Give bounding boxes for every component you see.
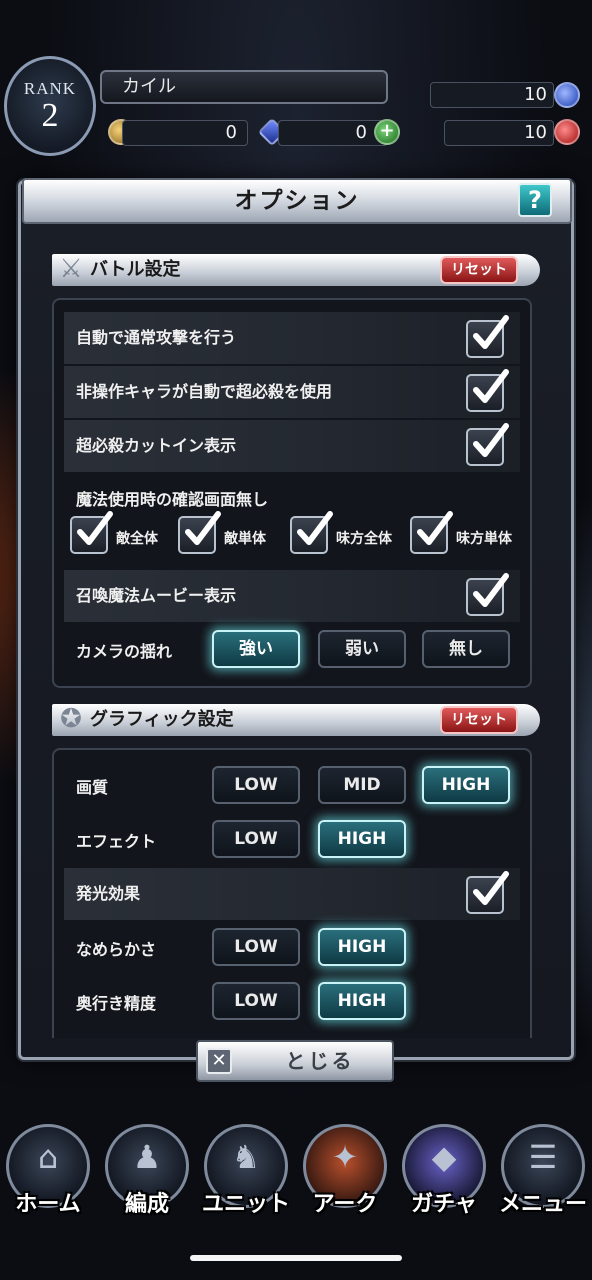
- auto-attack-row: 自動で通常攻撃を行う: [64, 312, 520, 364]
- close-icon: ✕: [206, 1048, 232, 1074]
- nav-home-label: ホーム: [15, 1192, 81, 1217]
- close-button[interactable]: ✕ とじる: [196, 1040, 394, 1082]
- summon-movie-row: 召喚魔法ムービー表示: [64, 570, 520, 622]
- home-glyph-icon: ⌂: [37, 1138, 59, 1176]
- help-button[interactable]: ?: [518, 183, 552, 217]
- party-glyph-icon: ♟: [132, 1138, 162, 1176]
- depth-high-button[interactable]: HIGH: [318, 982, 406, 1020]
- target-enemy-single-checkbox[interactable]: [178, 511, 221, 554]
- rank-badge: RANK 2: [4, 56, 96, 156]
- nav-formation[interactable]: ♟ 編成: [99, 1124, 195, 1228]
- effect-label: エフェクト: [76, 832, 157, 851]
- cutin-checkbox[interactable]: [466, 423, 509, 466]
- target-ally-all-option[interactable]: 味方全体: [290, 511, 410, 558]
- target-ally-single-label: 味方単体: [456, 531, 512, 547]
- smoothness-high-button[interactable]: HIGH: [318, 928, 406, 966]
- graphic-settings-panel: 画質 LOW MID HIGH エフェクト LOW HIGH 発光効果 なめらか…: [52, 748, 532, 1038]
- player-name: カイル: [100, 70, 388, 104]
- battle-settings-panel: 自動で通常攻撃を行う 非操作キャラが自動で超必殺を使用 超必殺カットイン表示 魔…: [52, 298, 532, 688]
- gold-count: 0: [122, 120, 248, 146]
- target-enemy-all-label: 敵全体: [116, 531, 158, 547]
- nav-gacha[interactable]: ◆ ガチャ: [396, 1124, 492, 1228]
- nav-gacha-label: ガチャ: [411, 1192, 477, 1217]
- target-enemy-single-option[interactable]: 敵単体: [178, 511, 288, 558]
- quality-label: 画質: [76, 778, 109, 797]
- options-scroll-area[interactable]: ⚔ バトル設定 リセット 自動で通常攻撃を行う 非操作キャラが自動で超必殺を使用…: [36, 232, 556, 1038]
- target-ally-all-label: 味方全体: [336, 531, 392, 547]
- glow-row: 発光効果: [64, 868, 520, 920]
- battle-settings-header: ⚔ バトル設定 リセット: [52, 254, 540, 286]
- quality-high-button[interactable]: HIGH: [422, 766, 510, 804]
- nav-arc[interactable]: ✦ アーク: [297, 1124, 393, 1228]
- auto-super-checkbox[interactable]: [466, 369, 509, 412]
- effect-high-button[interactable]: HIGH: [318, 820, 406, 858]
- target-enemy-single-label: 敵単体: [224, 531, 266, 547]
- target-ally-all-checkbox[interactable]: [290, 511, 333, 554]
- depth-label: 奥行き精度: [76, 994, 157, 1013]
- summon-movie-checkbox[interactable]: [466, 573, 509, 616]
- glow-checkbox[interactable]: [466, 871, 509, 914]
- auto-attack-label: 自動で通常攻撃を行う: [76, 328, 237, 347]
- home-indicator[interactable]: [190, 1255, 402, 1261]
- camera-shake-label: カメラの揺れ: [76, 642, 173, 661]
- add-crystal-plus-icon[interactable]: +: [374, 119, 400, 145]
- nav-formation-label: 編成: [124, 1192, 169, 1217]
- graphic-reset-button[interactable]: リセット: [440, 706, 518, 734]
- camera-none-button[interactable]: 無し: [422, 630, 510, 668]
- camera-weak-button[interactable]: 弱い: [318, 630, 406, 668]
- quality-low-button[interactable]: LOW: [212, 766, 300, 804]
- sword-icon: ⚔: [59, 254, 83, 284]
- nav-menu-label: メニュー: [498, 1192, 587, 1217]
- nav-unit-label: ユニット: [201, 1192, 290, 1217]
- camera-strong-button[interactable]: 強い: [212, 630, 300, 668]
- nav-arc-label: アーク: [312, 1192, 378, 1217]
- arc-glyph-icon: ✦: [331, 1138, 359, 1176]
- dialog-title: オプション: [234, 188, 360, 214]
- star-badge-icon: ✪: [60, 704, 82, 734]
- smoothness-low-button[interactable]: LOW: [212, 928, 300, 966]
- rank-value: 2: [41, 97, 59, 134]
- bottom-navigation: ⌂ ホーム ♟ 編成 ♞ ユニット ✦ アーク ◆ ガチャ ☰ メニュー: [0, 1124, 592, 1234]
- rank-label: RANK: [23, 79, 77, 98]
- target-enemy-all-checkbox[interactable]: [70, 511, 113, 554]
- crystal-count: 0: [278, 120, 388, 146]
- battle-reset-button[interactable]: リセット: [440, 256, 518, 284]
- gem-glyph-icon: ◆: [431, 1138, 457, 1176]
- cutin-label: 超必殺カットイン表示: [76, 436, 237, 455]
- nav-menu[interactable]: ☰ メニュー: [495, 1124, 591, 1228]
- cutin-row: 超必殺カットイン表示: [64, 420, 520, 472]
- graphic-settings-title: グラフィック設定: [90, 709, 234, 730]
- target-enemy-all-option[interactable]: 敵全体: [70, 511, 180, 558]
- glow-label: 発光効果: [76, 884, 141, 903]
- red-resource-count: 10: [444, 120, 554, 146]
- unit-glyph-icon: ♞: [231, 1138, 261, 1176]
- auto-super-label: 非操作キャラが自動で超必殺を使用: [76, 382, 333, 401]
- target-ally-single-checkbox[interactable]: [410, 511, 453, 554]
- depth-low-button[interactable]: LOW: [212, 982, 300, 1020]
- blue-resource-count: 10: [430, 82, 554, 108]
- graphic-settings-header: ✪ グラフィック設定 リセット: [52, 704, 540, 736]
- dialog-header: オプション ?: [22, 178, 572, 224]
- auto-attack-checkbox[interactable]: [466, 315, 509, 358]
- summon-movie-label: 召喚魔法ムービー表示: [76, 586, 237, 605]
- smoothness-label: なめらかさ: [76, 940, 157, 959]
- nav-unit[interactable]: ♞ ユニット: [198, 1124, 294, 1228]
- blue-orb-icon: [554, 82, 580, 108]
- effect-low-button[interactable]: LOW: [212, 820, 300, 858]
- magic-confirm-label: 魔法使用時の確認画面無し: [76, 490, 269, 509]
- quality-mid-button[interactable]: MID: [318, 766, 406, 804]
- close-label: とじる: [285, 1049, 355, 1073]
- target-ally-single-option[interactable]: 味方単体: [410, 511, 530, 558]
- nav-home[interactable]: ⌂ ホーム: [0, 1124, 96, 1228]
- auto-super-row: 非操作キャラが自動で超必殺を使用: [64, 366, 520, 418]
- red-orb-icon: [554, 119, 580, 145]
- scroll-glyph-icon: ☰: [528, 1138, 558, 1176]
- battle-settings-title: バトル設定: [90, 259, 181, 280]
